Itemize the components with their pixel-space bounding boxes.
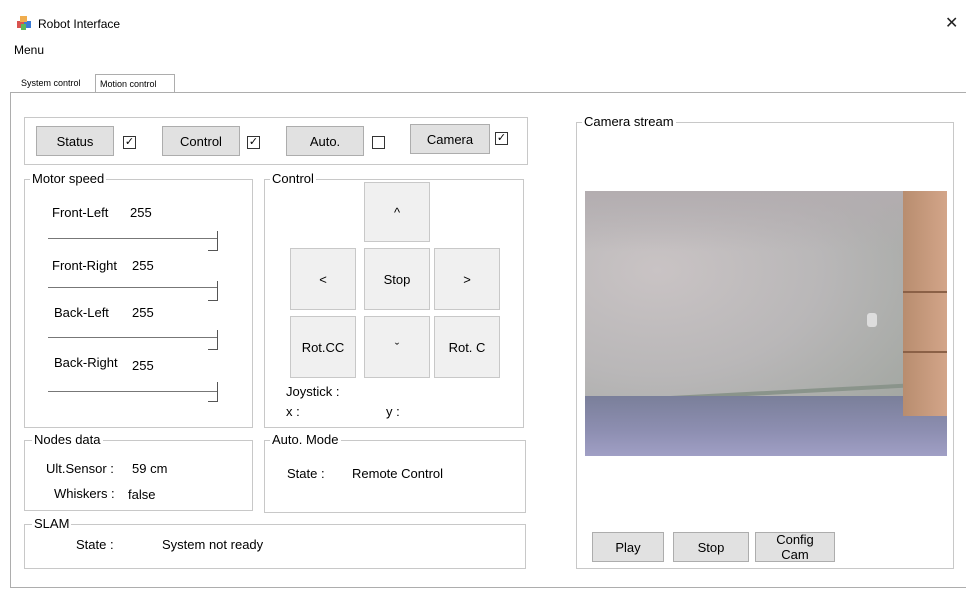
front-left-label: Front-Left — [52, 205, 109, 220]
joystick-y-label: y : — [386, 404, 400, 419]
back-right-value: 255 — [132, 358, 154, 373]
auto-state-value: Remote Control — [352, 466, 444, 481]
close-icon[interactable]: ✕ — [945, 13, 958, 33]
check-icon: ✓ — [124, 136, 135, 148]
rotate-cc-button[interactable]: Rot.CC — [290, 316, 356, 378]
tab-motion-control[interactable]: Motion control — [95, 74, 175, 93]
front-right-slider-thumb[interactable] — [208, 281, 218, 301]
status-button[interactable]: Status — [36, 126, 114, 156]
nodes-data-title: Nodes data — [32, 432, 103, 447]
joystick-label: Joystick : — [286, 384, 340, 399]
tab-system-control[interactable]: System control — [17, 74, 95, 92]
camera-stop-button[interactable]: Stop — [673, 532, 749, 562]
stop-motion-button[interactable]: Stop — [364, 248, 430, 310]
camera-play-button[interactable]: Play — [592, 532, 664, 562]
auto-checkbox[interactable] — [372, 136, 385, 149]
camera-checkbox[interactable]: ✓ — [495, 132, 508, 145]
move-right-button[interactable]: > — [434, 248, 500, 310]
camera-drawer-line — [903, 291, 947, 293]
auto-button[interactable]: Auto. — [286, 126, 364, 156]
back-left-slider-thumb[interactable] — [208, 330, 218, 350]
ult-sensor-label: Ult.Sensor : — [46, 461, 114, 476]
auto-state-label: State : — [287, 466, 325, 481]
control-button[interactable]: Control — [162, 126, 240, 156]
slam-title: SLAM — [32, 516, 72, 531]
back-right-slider-thumb[interactable] — [208, 382, 218, 402]
camera-wall-outlet — [867, 313, 877, 327]
camera-dresser — [903, 191, 947, 416]
back-right-label: Back-Right — [54, 355, 118, 370]
camera-drawer-line — [903, 351, 947, 353]
control-title: Control — [270, 171, 316, 186]
whiskers-value: false — [128, 487, 156, 502]
camera-video-frame[interactable] — [585, 191, 947, 456]
app-cubes-icon — [17, 16, 31, 30]
move-down-button[interactable]: ˇ — [364, 316, 430, 378]
front-left-value: 255 — [130, 205, 152, 220]
move-up-button[interactable]: ^ — [364, 182, 430, 242]
rotate-c-button[interactable]: Rot. C — [434, 316, 500, 378]
check-icon: ✓ — [248, 136, 259, 148]
window-title: Robot Interface — [38, 17, 121, 31]
auto-mode-title: Auto. Mode — [270, 432, 341, 447]
camera-stream-title: Camera stream — [582, 114, 676, 129]
front-right-slider-track — [48, 287, 218, 289]
front-right-label: Front-Right — [52, 258, 118, 273]
motor-speed-title: Motor speed — [30, 171, 107, 186]
front-left-slider-thumb[interactable] — [208, 231, 218, 251]
menu-item[interactable]: Menu — [14, 43, 44, 57]
tab-divider — [10, 92, 966, 93]
camera-floor — [585, 396, 947, 456]
camera-button[interactable]: Camera — [410, 124, 490, 154]
title-bar — [0, 0, 966, 38]
front-left-slider-track — [48, 238, 218, 240]
back-left-label: Back-Left — [54, 305, 109, 320]
back-left-value: 255 — [132, 305, 154, 320]
camera-wall — [585, 191, 947, 251]
slam-state-value: System not ready — [162, 537, 264, 552]
check-icon: ✓ — [496, 132, 507, 144]
slam-state-label: State : — [76, 537, 114, 552]
config-cam-button[interactable]: Config Cam — [755, 532, 835, 562]
whiskers-label: Whiskers : — [54, 486, 115, 501]
ult-sensor-value: 59 cm — [132, 461, 168, 476]
back-right-slider-track — [48, 391, 218, 393]
control-checkbox[interactable]: ✓ — [247, 136, 260, 149]
front-right-value: 255 — [132, 258, 154, 273]
status-checkbox[interactable]: ✓ — [123, 136, 136, 149]
joystick-x-label: x : — [286, 404, 300, 419]
back-left-slider-track — [48, 337, 218, 339]
move-left-button[interactable]: < — [290, 248, 356, 310]
